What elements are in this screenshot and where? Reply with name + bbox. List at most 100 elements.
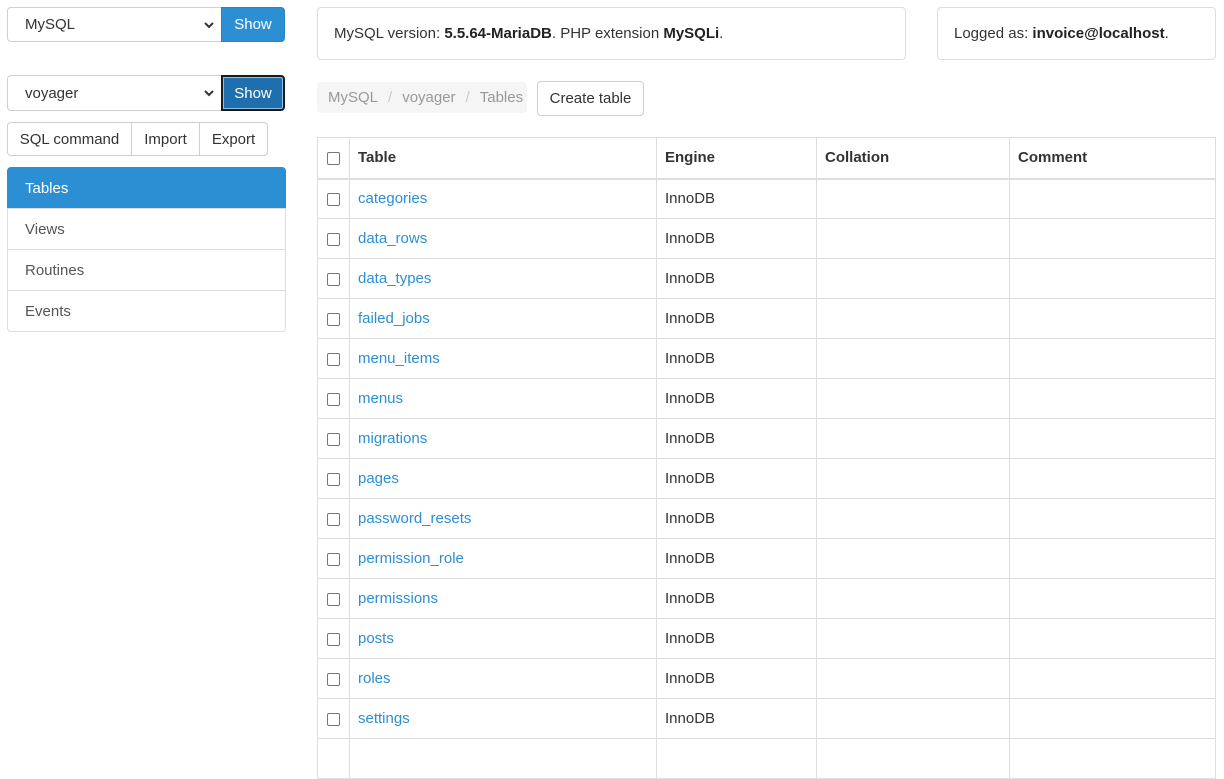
breadcrumb: MySQL / voyager / Tables xyxy=(317,82,527,113)
column-header-collation[interactable]: Collation xyxy=(816,137,1010,180)
row-select-cell xyxy=(317,258,350,299)
table-name-link[interactable]: data_rows xyxy=(358,230,427,247)
row-select-cell xyxy=(317,378,350,419)
row-checkbox[interactable] xyxy=(327,392,340,406)
server-show-label: Show xyxy=(234,16,272,33)
export-label: Export xyxy=(211,130,256,148)
collation-cell xyxy=(816,218,1010,259)
table-name-cell: data_rows xyxy=(349,218,657,259)
table-name-link[interactable]: roles xyxy=(358,670,391,687)
row-checkbox[interactable] xyxy=(327,552,340,566)
row-select-cell xyxy=(317,658,350,699)
database-select[interactable]: voyager xyxy=(7,75,222,111)
chevron-down-icon xyxy=(204,21,214,28)
collation-cell xyxy=(816,618,1010,659)
engine-cell: InnoDB xyxy=(656,618,817,659)
row-checkbox[interactable] xyxy=(327,352,340,366)
comment-cell xyxy=(1009,338,1216,379)
sidebar-nav: Tables Views Routines Events xyxy=(7,167,286,332)
row-checkbox[interactable] xyxy=(327,232,340,246)
export-button[interactable]: Export xyxy=(199,122,268,156)
table-name-link[interactable]: password_resets xyxy=(358,510,471,527)
php-extension: MySQLi xyxy=(663,25,720,42)
comment-cell xyxy=(1009,618,1216,659)
version-middle: . PHP extension xyxy=(551,25,664,42)
breadcrumb-server[interactable]: MySQL xyxy=(328,89,378,106)
engine-cell: InnoDB xyxy=(656,178,817,219)
breadcrumb-separator: / xyxy=(465,89,470,106)
import-label: Import xyxy=(144,130,187,148)
row-checkbox[interactable] xyxy=(327,512,340,526)
row-checkbox[interactable] xyxy=(327,712,340,726)
table-name-link[interactable]: failed_jobs xyxy=(358,310,430,327)
table-name-link[interactable]: posts xyxy=(358,630,394,647)
table-name-cell: permissions xyxy=(349,578,657,619)
chevron-down-icon xyxy=(204,90,214,97)
engine-cell: InnoDB xyxy=(656,258,817,299)
row-select-cell xyxy=(317,218,350,259)
login-prefix: Logged as: xyxy=(954,25,1033,42)
collation-cell xyxy=(816,378,1010,419)
engine-cell xyxy=(656,738,817,779)
engine-cell: InnoDB xyxy=(656,458,817,499)
table-name-link[interactable]: migrations xyxy=(358,430,427,447)
table-name-cell: password_resets xyxy=(349,498,657,539)
table-name-cell xyxy=(349,738,657,779)
table-name-cell: settings xyxy=(349,698,657,739)
create-table-button[interactable]: Create table xyxy=(537,81,644,116)
server-select[interactable]: MySQL xyxy=(7,7,222,42)
table-name-link[interactable]: menu_items xyxy=(358,350,440,367)
row-checkbox[interactable] xyxy=(327,472,340,486)
table-name-link[interactable]: categories xyxy=(358,190,427,207)
engine-cell: InnoDB xyxy=(656,498,817,539)
sidebar-item-tables[interactable]: Tables xyxy=(7,167,286,209)
row-select-cell xyxy=(317,338,350,379)
row-checkbox[interactable] xyxy=(327,192,340,206)
comment-cell xyxy=(1009,458,1216,499)
row-select-cell xyxy=(317,738,350,779)
breadcrumb-separator: / xyxy=(388,89,393,106)
breadcrumb-database[interactable]: voyager xyxy=(402,89,455,106)
table-name-link[interactable]: pages xyxy=(358,470,399,487)
table-name-link[interactable]: permission_role xyxy=(358,550,464,567)
row-checkbox[interactable] xyxy=(327,432,340,446)
row-checkbox[interactable] xyxy=(327,632,340,646)
table-row xyxy=(317,738,1216,779)
column-header-engine[interactable]: Engine xyxy=(656,137,817,180)
sidebar-item-views[interactable]: Views xyxy=(7,208,286,250)
column-header-comment[interactable]: Comment xyxy=(1009,137,1216,180)
table-row: settings InnoDB xyxy=(317,698,1216,739)
row-checkbox[interactable] xyxy=(327,312,340,326)
database-show-button[interactable]: Show xyxy=(221,75,285,111)
sql-command-button[interactable]: SQL command xyxy=(7,122,132,156)
row-checkbox[interactable] xyxy=(327,272,340,286)
engine-cell: InnoDB xyxy=(656,418,817,459)
login-info-box: Logged as: invoice@localhost. xyxy=(937,7,1216,60)
table-name-cell: roles xyxy=(349,658,657,699)
row-select-cell xyxy=(317,618,350,659)
table-name-link[interactable]: settings xyxy=(358,710,410,727)
engine-cell: InnoDB xyxy=(656,698,817,739)
table-row: menu_items InnoDB xyxy=(317,338,1216,379)
table-name-link[interactable]: data_types xyxy=(358,270,431,287)
engine-cell: InnoDB xyxy=(656,538,817,579)
table-row: failed_jobs InnoDB xyxy=(317,298,1216,339)
login-suffix: . xyxy=(1164,25,1169,42)
server-show-button[interactable]: Show xyxy=(221,7,285,42)
row-checkbox[interactable] xyxy=(327,672,340,686)
import-button[interactable]: Import xyxy=(131,122,200,156)
table-name-link[interactable]: permissions xyxy=(358,590,438,607)
sidebar-item-label: Views xyxy=(25,220,65,238)
row-checkbox[interactable] xyxy=(327,592,340,606)
tables-list: Table Engine Collation Comment categorie… xyxy=(317,137,1216,779)
column-header-table[interactable]: Table xyxy=(349,137,657,180)
sql-command-label: SQL command xyxy=(19,130,120,148)
version-prefix: MySQL version: xyxy=(334,25,445,42)
collation-cell xyxy=(816,658,1010,699)
sidebar-item-routines[interactable]: Routines xyxy=(7,249,286,291)
select-all-checkbox[interactable] xyxy=(327,151,340,165)
sidebar-item-label: Tables xyxy=(25,179,69,197)
collation-cell xyxy=(816,498,1010,539)
table-name-link[interactable]: menus xyxy=(358,390,403,407)
sidebar-item-events[interactable]: Events xyxy=(7,290,286,332)
